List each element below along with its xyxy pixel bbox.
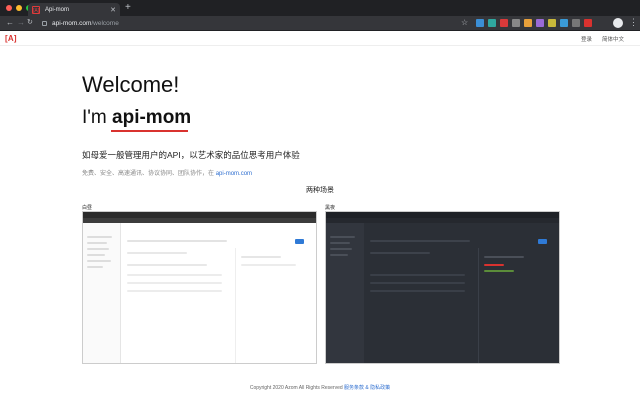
screenshot-line [330, 248, 352, 250]
screenshot-line [370, 240, 470, 242]
back-icon[interactable]: ← [6, 18, 14, 27]
screenshot-line [370, 274, 465, 276]
screenshot-line [330, 236, 355, 238]
screenshot-line [241, 264, 296, 266]
favicon-icon: [A] [32, 5, 40, 14]
footer-links[interactable]: 服务条款 & 隐私政策 [344, 385, 390, 391]
extension-icon[interactable] [548, 19, 556, 27]
screenshot-button [538, 239, 547, 244]
login-link[interactable]: 登录 [581, 35, 592, 43]
screenshot-line [370, 290, 465, 292]
screenshot-line [484, 264, 504, 266]
screenshot-line [127, 274, 222, 276]
profile-avatar[interactable] [613, 18, 623, 28]
screenshot-sidebar [83, 223, 121, 363]
browser-tab-bar: [A] Api-mom ✕ + [0, 0, 640, 16]
light-scene-label: 白昼 [82, 205, 93, 211]
dark-mode-screenshot [325, 211, 560, 364]
site-logo[interactable]: [A] [5, 34, 17, 43]
light-mode-screenshot [82, 211, 317, 364]
address-bar[interactable]: api-mom.com/welcome [38, 18, 473, 29]
extension-icon[interactable] [536, 19, 544, 27]
extension-icon[interactable] [488, 19, 496, 27]
browser-toolbar: ← → ↻ api-mom.com/welcome ☆ ⋮ [0, 16, 640, 31]
screenshot-line [87, 266, 103, 268]
brand-heading: I'm api-mom [82, 107, 192, 128]
extension-icon[interactable] [500, 19, 508, 27]
features-text: 免费、安全、高速通讯、协议协同、团队协作，在 api-mom.com [82, 171, 253, 177]
browser-menu-icon[interactable]: ⋮ [629, 17, 638, 28]
screenshot-line [484, 256, 524, 258]
site-link[interactable]: api-mom.com [216, 171, 252, 177]
welcome-heading: Welcome! [82, 72, 180, 97]
screenshot-line [330, 242, 350, 244]
close-window-button[interactable] [6, 5, 12, 11]
screenshot-line [127, 290, 222, 292]
tagline: 如母爱一般管理用户的API，以艺术家的品位思考用户体验 [82, 150, 300, 160]
minimize-window-button[interactable] [16, 5, 22, 11]
screenshot-line [330, 254, 348, 256]
brand-name: api-mom [112, 107, 192, 128]
extensions-row [476, 19, 592, 27]
extension-icon[interactable] [512, 19, 520, 27]
screenshot-line [87, 242, 107, 244]
lock-icon [42, 21, 47, 26]
site-header: [A] 登录 简体中文 [0, 31, 640, 46]
screenshot-sidebar [326, 223, 364, 363]
bookmark-star-icon[interactable]: ☆ [461, 18, 468, 27]
extension-icon[interactable] [560, 19, 568, 27]
scenes-title: 两种场景 [306, 187, 334, 194]
extension-icon[interactable] [476, 19, 484, 27]
browser-tab[interactable]: [A] Api-mom ✕ [28, 3, 120, 16]
screenshot-button [295, 239, 304, 244]
reload-icon[interactable]: ↻ [27, 18, 33, 26]
extension-icon[interactable] [524, 19, 532, 27]
tab-title: Api-mom [45, 6, 70, 13]
screenshot-line [87, 236, 112, 238]
screenshot-line [87, 260, 111, 262]
screenshot-line [127, 264, 207, 266]
url-text: api-mom.com/welcome [52, 20, 119, 27]
screenshot-line [87, 254, 105, 256]
extension-icon[interactable] [572, 19, 580, 27]
brand-underline [111, 130, 188, 132]
new-tab-button[interactable]: + [125, 2, 131, 13]
screenshot-line [127, 240, 227, 242]
footer: Copyright 2020 Azom All Rights Reserved … [249, 385, 391, 391]
screenshot-line [127, 252, 187, 254]
screenshot-line [484, 270, 514, 272]
screenshot-line [370, 252, 430, 254]
screenshot-line [370, 282, 465, 284]
extension-icon[interactable] [584, 19, 592, 27]
screenshot-line [127, 282, 222, 284]
tab-close-icon[interactable]: ✕ [110, 6, 116, 14]
screenshot-line [87, 248, 109, 250]
language-switch[interactable]: 简体中文 [602, 35, 624, 43]
dark-scene-label: 黑夜 [325, 205, 336, 211]
screenshot-line [241, 256, 281, 258]
forward-icon[interactable]: → [17, 18, 25, 27]
